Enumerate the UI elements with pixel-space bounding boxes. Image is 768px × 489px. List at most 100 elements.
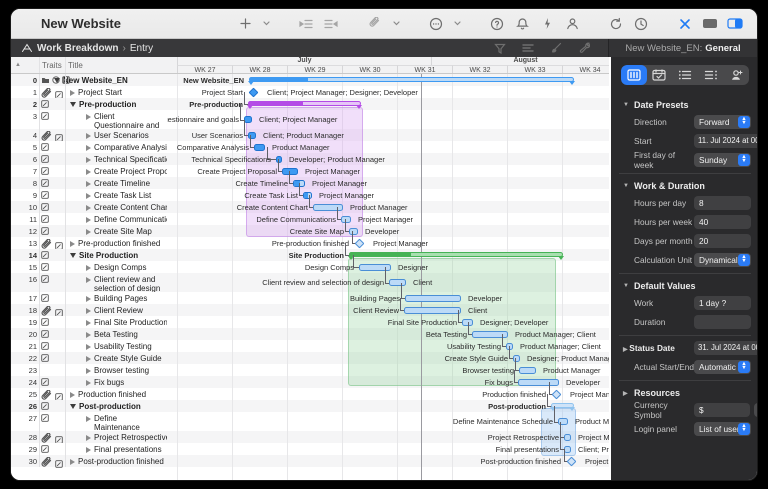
disclosure-triangle[interactable]	[86, 277, 91, 283]
x-tool-icon[interactable]	[677, 16, 693, 32]
disclosure-triangle[interactable]	[86, 157, 91, 163]
chevron-down-icon[interactable]	[262, 16, 270, 32]
disclosure-triangle[interactable]	[86, 265, 91, 271]
task-bar[interactable]	[405, 295, 461, 302]
table-row[interactable]: 15Design Comps	[11, 261, 167, 273]
indent-icon[interactable]	[298, 16, 314, 32]
disclosure-triangle[interactable]	[86, 114, 91, 120]
dropdown[interactable]: Forward▲▼	[694, 115, 751, 129]
summary-bar[interactable]	[249, 77, 574, 85]
task-title-cell[interactable]: Production finished	[70, 390, 148, 399]
history-icon[interactable]	[633, 16, 649, 32]
tab-user[interactable]	[723, 65, 749, 85]
text-field[interactable]: 8	[694, 196, 751, 210]
disclosure-triangle[interactable]	[70, 392, 75, 398]
table-row[interactable]: 26Post-production	[11, 400, 167, 412]
disclosure-triangle[interactable]	[86, 181, 91, 187]
task-title-cell[interactable]: Comparative Analysis	[86, 143, 164, 152]
text-field[interactable]: 20	[694, 234, 751, 248]
funnel-icon[interactable]	[492, 40, 508, 56]
disclosure-triangle[interactable]	[86, 344, 91, 350]
table-row[interactable]: 1Project Start	[11, 86, 167, 98]
brush-icon[interactable]	[548, 40, 564, 56]
breadcrumb-view[interactable]: Work Breakdown	[37, 43, 119, 54]
disclosure-triangle[interactable]	[86, 133, 91, 139]
disclosure-triangle[interactable]	[86, 380, 91, 386]
table-row[interactable]: 9Create Task List	[11, 189, 167, 201]
summary-bar[interactable]	[248, 101, 361, 109]
task-title-cell[interactable]: Building Pages	[86, 294, 164, 303]
table-row[interactable]: 16Client review and selection of design	[11, 273, 167, 292]
text-field[interactable]	[694, 315, 751, 329]
bell-icon[interactable]	[514, 16, 530, 32]
tab-calendar[interactable]	[647, 65, 673, 85]
panel-icon[interactable]	[702, 16, 718, 32]
table-row[interactable]: 8Create Timeline	[11, 177, 167, 189]
dropdown[interactable]: $1▲▼	[754, 403, 758, 417]
table-row[interactable]: 5Comparative Analysis	[11, 141, 167, 153]
column-header-traits[interactable]: Traits	[42, 57, 62, 73]
sort-indicator[interactable]: ▲	[15, 57, 21, 73]
task-bar[interactable]	[254, 144, 265, 151]
task-title-cell[interactable]: Usability Testing	[86, 342, 164, 351]
text-field[interactable]: 1 day ?	[694, 296, 751, 310]
chevron-down-icon[interactable]	[392, 16, 400, 32]
disclosure-triangle[interactable]	[86, 145, 91, 151]
disclosure-triangle[interactable]	[70, 90, 75, 96]
task-title-cell[interactable]: Final presentations	[86, 445, 164, 454]
disclosure-triangle[interactable]	[86, 169, 91, 175]
task-title-cell[interactable]: Fix bugs	[86, 378, 164, 387]
dropdown[interactable]: Dynamically▲▼	[694, 253, 751, 267]
task-title-cell[interactable]: Design Comps	[86, 263, 164, 272]
task-title-cell[interactable]: Project Start	[70, 88, 148, 97]
task-title-cell[interactable]: Pre-production finished	[70, 239, 148, 248]
disclosure-triangle[interactable]	[70, 253, 76, 258]
task-title-cell[interactable]: Technical Specifications	[86, 155, 164, 164]
table-row[interactable]: 7Create Project Proposal	[11, 165, 167, 177]
table-row[interactable]: 30Post-production finished	[11, 455, 167, 467]
user-icon[interactable]	[564, 16, 580, 32]
viewoptions-icon[interactable]	[520, 40, 536, 56]
tab-extended[interactable]	[698, 65, 724, 85]
tab-general[interactable]	[621, 65, 647, 85]
task-title-cell[interactable]: Create Content Chart	[86, 203, 164, 212]
disclosure-triangle[interactable]	[86, 205, 91, 211]
disclosure-triangle[interactable]	[86, 368, 91, 374]
disclosure-triangle[interactable]: ▼	[623, 102, 629, 108]
task-title-cell[interactable]: Create Style Guide	[86, 354, 164, 363]
dropdown[interactable]: List of users▲▼	[694, 422, 751, 436]
date-field[interactable]: 31. Jul 2024 at 00:00	[694, 341, 758, 355]
table-row[interactable]: 4User Scenarios	[11, 129, 167, 141]
sync-icon[interactable]	[608, 16, 624, 32]
table-row[interactable]: 3Client Questionnaire and goals	[11, 110, 167, 129]
task-title-cell[interactable]: Create Task List	[86, 191, 164, 200]
inspector-section-header[interactable]: ▼Default Values	[623, 281, 751, 291]
add-icon[interactable]	[237, 16, 253, 32]
task-title-cell[interactable]: Pre-production	[70, 100, 149, 109]
task-title-cell[interactable]: Beta Testing	[86, 330, 164, 339]
dropdown[interactable]: Sunday▲▼	[694, 153, 751, 167]
paperclip-icon[interactable]	[367, 16, 383, 32]
ellipsis-circle-icon[interactable]	[428, 16, 444, 32]
inspector-section-header[interactable]: ▼Date Presets	[623, 100, 751, 110]
summary-bar[interactable]	[349, 252, 563, 260]
disclosure-triangle[interactable]	[86, 435, 91, 441]
breadcrumb-mode[interactable]: Entry	[130, 43, 153, 54]
disclosure-triangle[interactable]	[86, 193, 91, 199]
disclosure-triangle[interactable]	[86, 356, 91, 362]
task-title-cell[interactable]: User Scenarios	[86, 131, 164, 140]
table-row[interactable]: 6Technical Specifications	[11, 153, 167, 165]
text-field[interactable]: 40	[694, 215, 751, 229]
task-title-cell[interactable]: Client review and selection of design	[86, 275, 164, 293]
table-row[interactable]: 18Client Review	[11, 304, 167, 316]
task-title-cell[interactable]: Define Communications	[86, 215, 164, 224]
disclosure-triangle[interactable]	[86, 296, 91, 302]
task-bar[interactable]	[404, 307, 461, 314]
table-row[interactable]: 20Beta Testing	[11, 328, 167, 340]
table-row[interactable]: 22Create Style Guide	[11, 352, 167, 364]
table-row[interactable]: 25Production finished	[11, 388, 167, 400]
table-row[interactable]: 23Browser testing	[11, 364, 167, 376]
table-row[interactable]: 17Building Pages	[11, 292, 167, 304]
disclosure-triangle[interactable]: ▼	[623, 283, 629, 289]
table-row[interactable]: 24Fix bugs	[11, 376, 167, 388]
